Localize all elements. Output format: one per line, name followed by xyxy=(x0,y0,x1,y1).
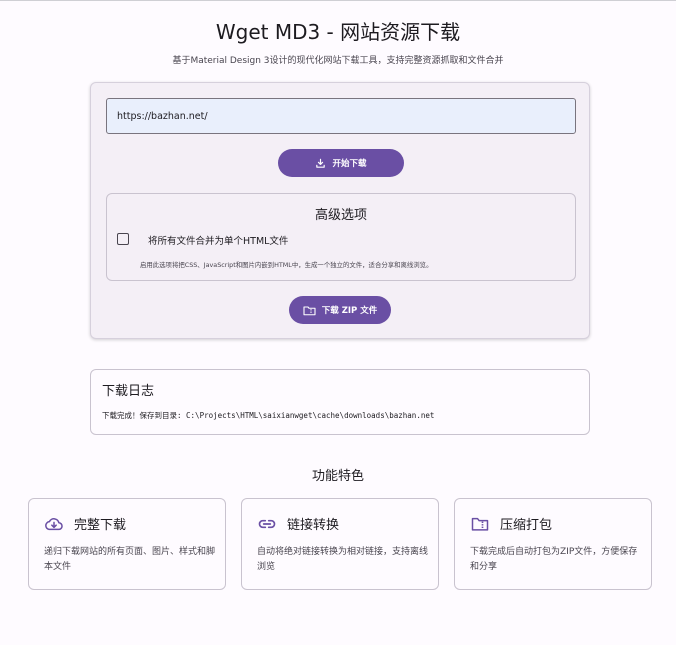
download-icon xyxy=(316,158,326,168)
folder-zip-icon xyxy=(303,305,316,315)
folder-zip-icon xyxy=(471,517,489,531)
feature-title: 完整下载 xyxy=(74,518,127,533)
feature-title: 压缩打包 xyxy=(500,518,553,533)
log-message: 下载完成！保存到目录: C:\Projects\HTML\saixianwget… xyxy=(102,411,435,420)
page-subtitle: 基于Material Design 3设计的现代化网站下载工具，支持完整资源抓取… xyxy=(172,56,504,66)
download-form-card: 开始下载 高级选项 将所有文件合并为单个HTML文件 启用此选项将把CSS、Ja… xyxy=(90,82,590,339)
top-divider xyxy=(0,0,676,1)
link-icon xyxy=(258,519,276,529)
feature-card-full-download: 完整下载 递归下载网站的所有页面、图片、样式和脚本文件 xyxy=(28,498,226,590)
download-zip-label: 下载 ZIP 文件 xyxy=(321,306,378,316)
features-title: 功能特色 xyxy=(311,469,364,484)
url-input[interactable] xyxy=(106,98,576,134)
feature-card-link-convert: 链接转换 自动将绝对链接转换为相对链接，支持离线浏览 xyxy=(241,498,439,590)
feature-description: 自动将绝对链接转换为相对链接，支持离线浏览 xyxy=(257,547,429,572)
merge-html-checkbox[interactable] xyxy=(117,233,129,245)
page-title: Wget MD3 - 网站资源下载 xyxy=(215,20,461,44)
advanced-options-title: 高级选项 xyxy=(314,208,367,223)
advanced-options-panel: 高级选项 将所有文件合并为单个HTML文件 启用此选项将把CSS、JavaScr… xyxy=(106,193,576,281)
feature-title: 链接转换 xyxy=(287,518,340,533)
start-download-button[interactable]: 开始下载 xyxy=(278,149,404,177)
feature-description: 递归下载网站的所有页面、图片、样式和脚本文件 xyxy=(44,547,216,572)
feature-description: 下载完成后自动打包为ZIP文件，方便保存和分享 xyxy=(470,547,638,572)
log-title: 下载日志 xyxy=(102,384,155,399)
merge-html-description: 启用此选项将把CSS、JavaScript和图片内嵌到HTML中，生成一个独立的… xyxy=(140,261,433,269)
cloud-download-icon xyxy=(45,518,63,531)
download-log-card: 下载日志 下载完成！保存到目录: C:\Projects\HTML\saixia… xyxy=(90,369,590,435)
start-download-label: 开始下载 xyxy=(332,159,367,169)
download-zip-button[interactable]: 下载 ZIP 文件 xyxy=(289,296,391,324)
feature-card-zip-pack: 压缩打包 下载完成后自动打包为ZIP文件，方便保存和分享 xyxy=(454,498,652,590)
merge-html-label[interactable]: 将所有文件合并为单个HTML文件 xyxy=(148,233,288,247)
